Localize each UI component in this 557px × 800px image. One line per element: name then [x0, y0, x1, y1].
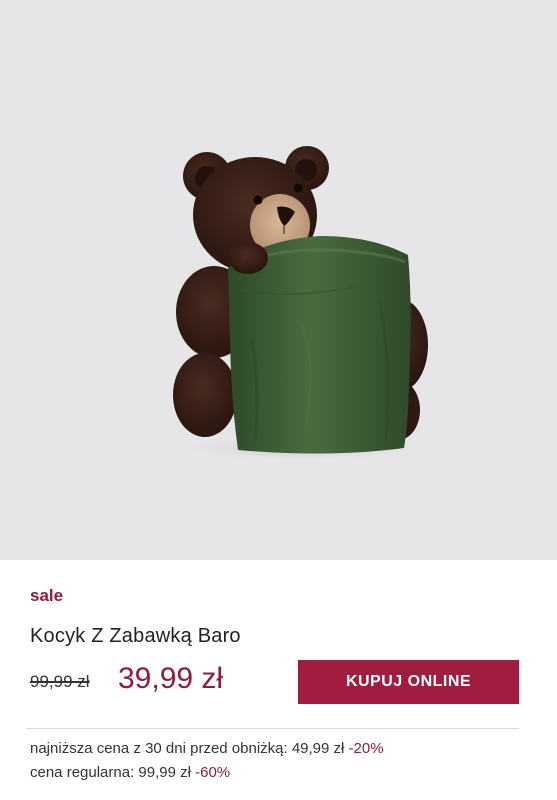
current-price: 39,99 zł — [118, 662, 224, 695]
teddy-bear-blanket-illustration — [170, 146, 430, 462]
buy-online-button[interactable]: KUPUJ ONLINE — [298, 660, 519, 704]
lowest-price-label: najniższa cena z 30 dni przed obniżką: 4… — [30, 740, 345, 757]
product-info: sale Kocyk Z Zabawką Baro 99,99 zł 39,99… — [0, 560, 557, 800]
divider — [26, 728, 519, 729]
regular-price-label: cena regularna: 99,99 zł — [30, 764, 191, 781]
sale-badge: sale — [30, 586, 64, 605]
product-title[interactable]: Kocyk Z Zabawką Baro — [30, 625, 241, 648]
lowest-price-discount: -20% — [348, 740, 384, 757]
regular-price-discount: -60% — [195, 764, 231, 781]
lowest-price-note: najniższa cena z 30 dni przed obniżką: 4… — [30, 740, 384, 757]
old-price: 99,99 zł — [30, 672, 90, 691]
regular-price-note: cena regularna: 99,99 zł -60% — [30, 764, 230, 781]
product-image[interactable] — [0, 0, 557, 560]
